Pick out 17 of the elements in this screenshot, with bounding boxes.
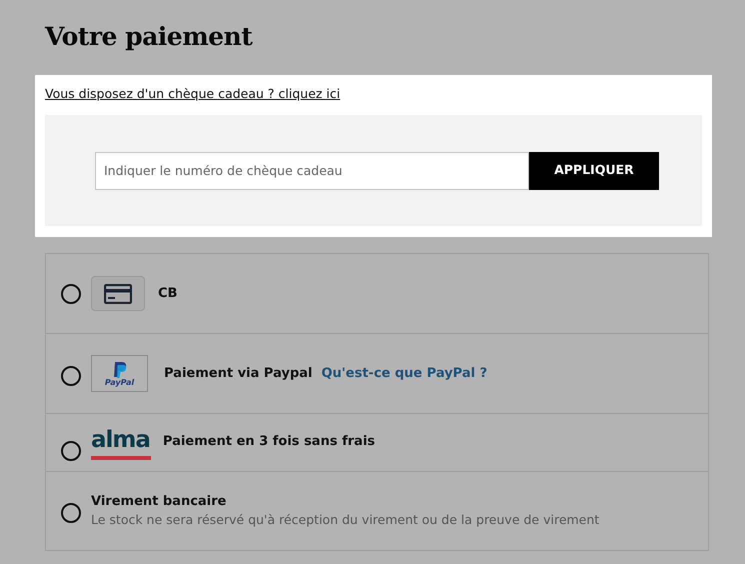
paypal-info-link[interactable]: Qu'est-ce que PayPal ? [321,364,488,384]
method-label: Virement bancaire [91,492,228,511]
method-label: Paiement via Paypal [164,364,312,383]
alma-logo: alma [91,426,151,460]
radio-button[interactable] [61,366,81,386]
method-label: CB [158,284,178,303]
paypal-logo: PayPal [91,355,148,392]
card-icon [91,276,145,311]
gift-card-link[interactable]: Vous disposez d'un chèque cadeau ? cliquez ici [45,86,340,101]
apply-button[interactable]: APPLIQUER [529,152,659,190]
method-label: Paiement en 3 fois sans frais [162,433,376,451]
gift-card-field[interactable]: Indiquer le numéro de chèque cadeau [95,152,529,190]
page-title: Votre paiement [45,21,254,53]
radio-button[interactable] [61,284,81,304]
radio-button[interactable] [61,440,81,460]
radio-button[interactable] [61,503,81,523]
method-note: Le stock ne sera réservé qu'à réception du virement ou de la preuve de virement [91,511,600,530]
